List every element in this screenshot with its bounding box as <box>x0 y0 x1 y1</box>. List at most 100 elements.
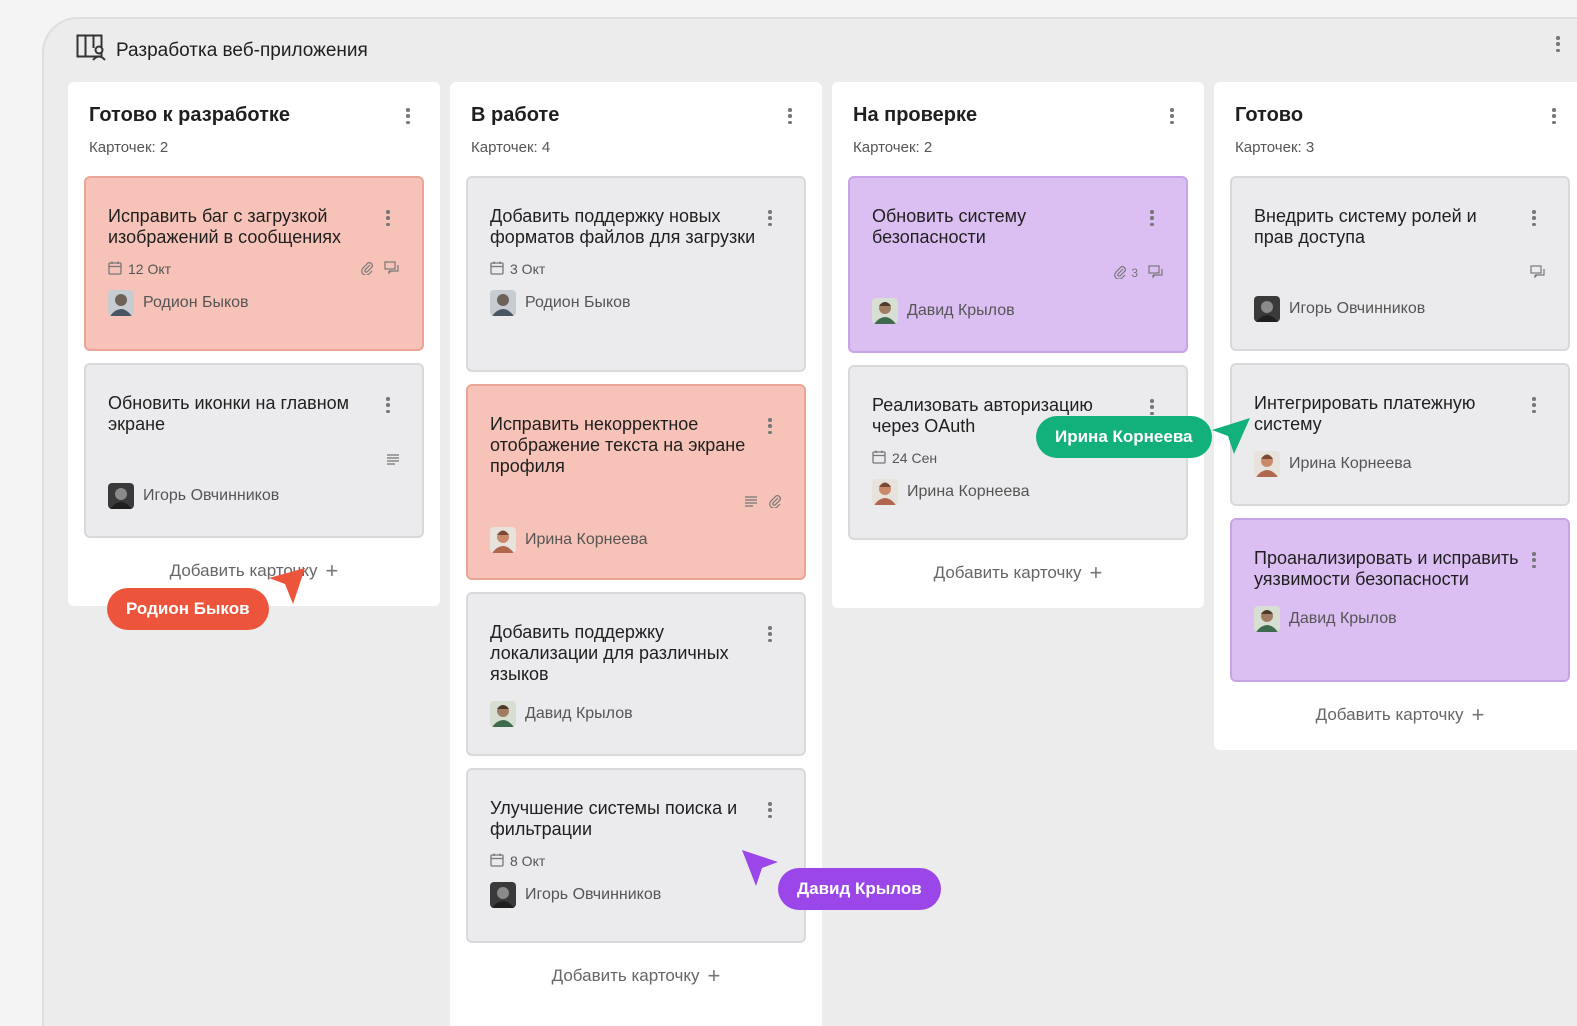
collaborator-cursor: Давид Крылов <box>740 848 941 910</box>
card-title: Обновить иконки на главном экране <box>108 393 350 434</box>
assignee-name: Игорь Овчинников <box>143 487 280 504</box>
assignee-name: Давид Крылов <box>1289 610 1397 627</box>
card-assignee: Давид Крылов <box>1254 606 1546 632</box>
add-card-button[interactable]: Добавить карточку + <box>450 955 822 1011</box>
attachment-count: 3 <box>1131 266 1138 280</box>
column-title: В работе <box>471 104 560 126</box>
comments-icon <box>1148 264 1164 282</box>
card-due-date: 24 Сен <box>872 450 937 467</box>
add-card-label: Добавить карточку <box>551 966 700 985</box>
add-card-button[interactable]: Добавить карточку + <box>1214 694 1577 750</box>
card-assignee: Ирина Корнеева <box>872 479 1164 505</box>
card-assignee: Родион Быков <box>490 290 782 316</box>
column-card-count: Карточек: 2 <box>89 139 169 156</box>
add-card-button[interactable]: Добавить карточку + <box>832 552 1204 608</box>
card-menu-button[interactable] <box>1532 552 1536 568</box>
calendar-icon <box>490 853 504 870</box>
card-title: Обновить систему безопасности <box>872 206 1027 247</box>
comments-icon <box>1530 264 1546 282</box>
plus-icon: + <box>1089 560 1103 585</box>
assignee-name: Ирина Корнеева <box>525 531 648 548</box>
card-title: Исправить некорректное отображение текст… <box>490 414 746 476</box>
pointer-arrow-icon <box>1210 416 1252 463</box>
assignee-name: Ирина Корнеева <box>1289 455 1412 472</box>
column-menu-button[interactable] <box>1170 108 1174 124</box>
card-menu-button[interactable] <box>1532 397 1536 413</box>
cursor-name-tag: Давид Крылов <box>778 868 941 910</box>
card-menu-button[interactable] <box>1150 399 1154 415</box>
calendar-icon <box>872 450 886 467</box>
card-menu-button[interactable] <box>1150 210 1154 226</box>
task-card[interactable]: Исправить некорректное отображение текст… <box>466 384 806 580</box>
avatar <box>872 298 898 324</box>
task-card[interactable]: Добавить поддержку новых форматов файлов… <box>466 176 806 372</box>
card-menu-button[interactable] <box>1532 210 1536 226</box>
card-menu-button[interactable] <box>768 626 772 642</box>
card-menu-button[interactable] <box>386 397 390 413</box>
pointer-arrow-icon <box>740 848 780 893</box>
avatar <box>872 479 898 505</box>
calendar-icon <box>108 261 122 278</box>
assignee-name: Давид Крылов <box>525 705 633 722</box>
card-assignee: Ирина Корнеева <box>1254 451 1546 477</box>
plus-icon: + <box>707 963 721 988</box>
task-card[interactable]: Исправить баг с загрузкой изображений в … <box>84 176 424 351</box>
card-due-date: 12 Окт <box>108 261 171 278</box>
column-card-count: Карточек: 2 <box>853 139 933 156</box>
avatar <box>1254 296 1280 322</box>
card-due-date: 3 Окт <box>490 261 545 278</box>
description-icon <box>386 453 400 468</box>
avatar <box>490 701 516 727</box>
cursor-name-tag: Родион Быков <box>107 588 269 630</box>
task-card[interactable]: Интегрировать платежную систему Ирина Ко… <box>1230 363 1570 506</box>
avatar <box>490 882 516 908</box>
collaborator-cursor: Родион Быков <box>107 566 305 630</box>
assignee-name: Родион Быков <box>525 294 631 311</box>
card-title: Улучшение системы поиска и фильтрации <box>490 798 738 839</box>
card-menu-button[interactable] <box>768 210 772 226</box>
card-due-date: 8 Окт <box>490 853 545 870</box>
card-menu-button[interactable] <box>768 802 772 818</box>
paperclip-icon <box>360 261 374 278</box>
column-header: В работе Карточек: 4 <box>450 82 822 176</box>
avatar <box>1254 451 1280 477</box>
collaborator-cursor: Ирина Корнеева <box>1036 416 1250 458</box>
assignee-name: Давид Крылов <box>907 302 1015 319</box>
card-assignee: Ирина Корнеева <box>490 527 782 553</box>
card-assignee: Игорь Овчинников <box>108 483 400 509</box>
board-menu-button[interactable] <box>1556 36 1560 52</box>
column-menu-button[interactable] <box>406 108 410 124</box>
column-header: Готово к разработке Карточек: 2 <box>68 82 440 176</box>
task-card[interactable]: Проанализировать и исправить уязвимости … <box>1230 518 1570 682</box>
column-title: На проверке <box>853 104 978 126</box>
card-menu-button[interactable] <box>386 210 390 226</box>
comments-icon <box>384 260 400 278</box>
assignee-name: Родион Быков <box>143 294 249 311</box>
column-menu-button[interactable] <box>1552 108 1556 124</box>
calendar-icon <box>490 261 504 278</box>
column-card-count: Карточек: 4 <box>471 139 551 156</box>
card-date-text: 3 Окт <box>510 261 546 277</box>
task-card[interactable]: Обновить систему безопасности 3 Давид Кр… <box>848 176 1188 353</box>
task-card[interactable]: Добавить поддержку локализации для разли… <box>466 592 806 756</box>
card-title: Исправить баг с загрузкой изображений в … <box>108 206 342 247</box>
card-assignee: Родион Быков <box>108 290 400 316</box>
pointer-arrow-icon <box>267 566 309 613</box>
card-menu-button[interactable] <box>768 418 772 434</box>
assignee-name: Ирина Корнеева <box>907 483 1030 500</box>
paperclip-icon <box>768 494 782 511</box>
description-icon <box>744 495 758 510</box>
card-date-text: 12 Окт <box>128 261 172 277</box>
card-assignee: Давид Крылов <box>490 701 782 727</box>
add-card-label: Добавить карточку <box>1315 705 1464 724</box>
column-title: Готово <box>1235 104 1304 126</box>
card-assignee: Игорь Овчинников <box>1254 296 1546 322</box>
card-title: Добавить поддержку новых форматов файлов… <box>490 206 756 247</box>
plus-icon: + <box>325 558 339 583</box>
task-card[interactable]: Обновить иконки на главном экране Игорь … <box>84 363 424 538</box>
task-card[interactable]: Внедрить систему ролей и прав доступа Иг… <box>1230 176 1570 351</box>
column-ready: Готово к разработке Карточек: 2 Исправит… <box>68 82 440 606</box>
board-header: Разработка веб-приложения <box>76 34 368 67</box>
column-menu-button[interactable] <box>788 108 792 124</box>
card-title: Внедрить систему ролей и прав доступа <box>1254 206 1477 247</box>
